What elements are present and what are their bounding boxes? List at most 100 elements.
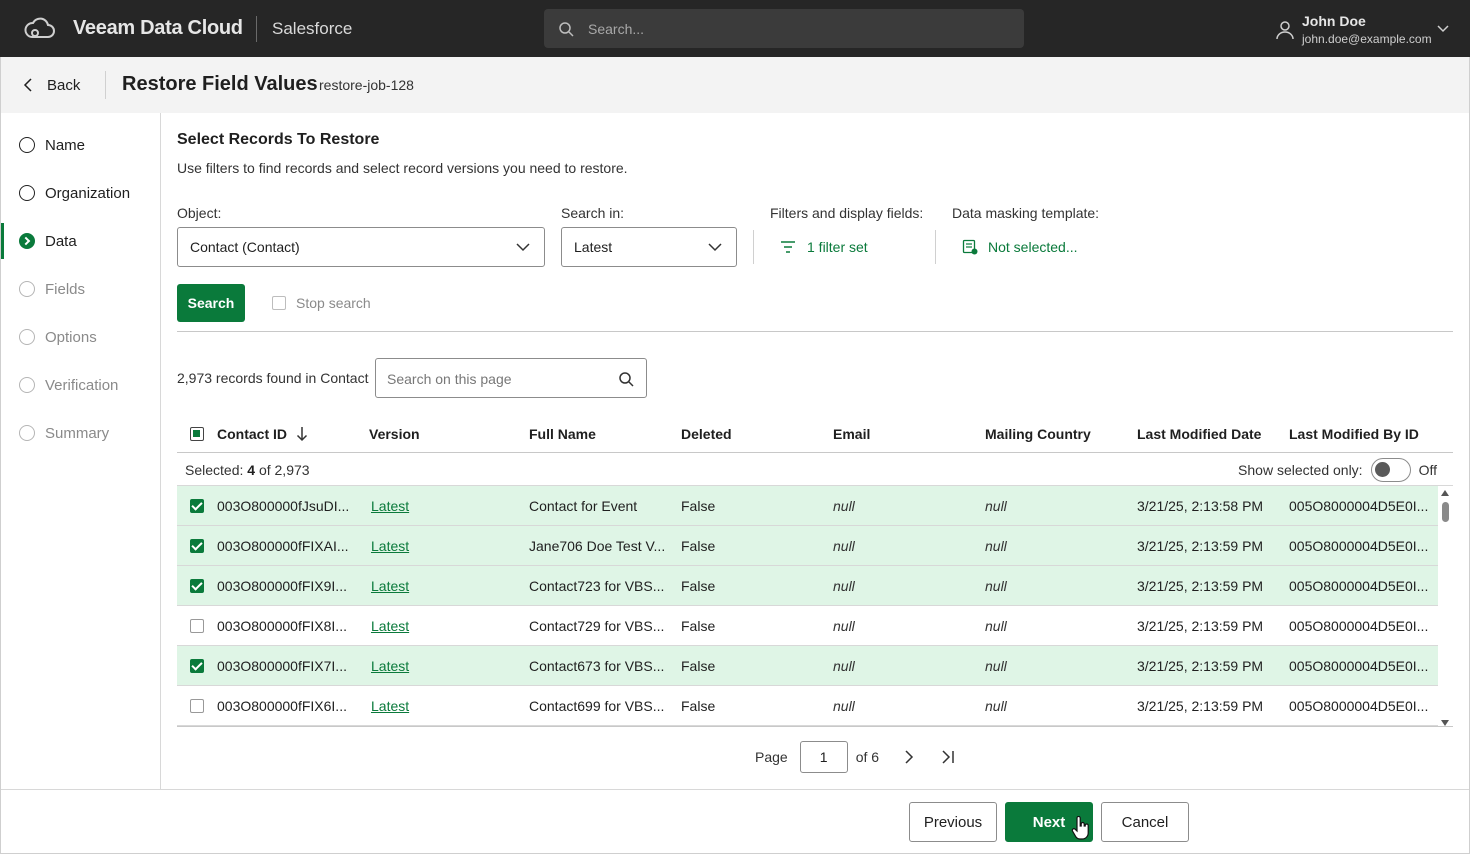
column-header-contact-id[interactable]: Contact ID <box>217 426 287 442</box>
cell-version-link[interactable]: Latest <box>371 618 409 634</box>
records-found-text: 2,973 records found in Contact <box>177 370 369 386</box>
last-page-icon[interactable] <box>941 749 955 765</box>
filter-icon <box>781 241 795 253</box>
row-checkbox[interactable] <box>190 619 204 633</box>
filters-button[interactable]: 1 filter set <box>780 238 868 256</box>
chevron-right-icon[interactable] <box>903 749 915 765</box>
cell-full-name: Contact for Event <box>529 498 638 514</box>
column-header-email[interactable]: Email <box>833 426 870 442</box>
search-in-label: Search in: <box>561 205 625 221</box>
step-label: Verification <box>45 376 119 394</box>
step-label: Options <box>45 328 97 346</box>
step-radio <box>19 137 35 153</box>
row-checkbox[interactable] <box>190 659 204 673</box>
cell-version-link[interactable]: Latest <box>371 538 409 554</box>
user-email: john.doe@example.com <box>1302 32 1432 46</box>
wizard-header: Back Restore Field Values restore-job-12… <box>1 57 1469 113</box>
select-all-checkbox[interactable] <box>190 427 204 441</box>
selected-count: 4 <box>247 462 256 478</box>
wizard-footer <box>1 789 1469 853</box>
page-search[interactable] <box>375 358 647 398</box>
column-header-deleted[interactable]: Deleted <box>681 426 732 442</box>
cell-deleted: False <box>681 618 716 634</box>
cell-full-name: Contact699 for VBS... <box>529 698 665 714</box>
row-checkbox[interactable] <box>190 699 204 713</box>
page-number-input[interactable] <box>799 741 848 773</box>
user-menu[interactable]: John Doe john.doe@example.com <box>1276 10 1456 48</box>
cell-full-name: Contact723 for VBS... <box>529 578 665 594</box>
user-icon <box>1276 21 1294 40</box>
hand-cursor-icon <box>1071 816 1089 840</box>
step-radio <box>19 425 35 441</box>
column-header-full-name[interactable]: Full Name <box>529 426 596 442</box>
cell-version-link[interactable]: Latest <box>371 698 409 714</box>
step-name[interactable]: Name <box>1 127 160 163</box>
cell-mailing-country: null <box>985 538 1007 554</box>
search-icon[interactable] <box>618 371 634 387</box>
cell-deleted: False <box>681 538 716 554</box>
cell-version-link[interactable]: Latest <box>371 658 409 674</box>
row-checkbox[interactable] <box>190 499 204 513</box>
back-label: Back <box>47 76 81 94</box>
previous-button[interactable]: Previous <box>909 802 997 842</box>
cell-version-link[interactable]: Latest <box>371 498 409 514</box>
page-search-input[interactable] <box>387 369 607 389</box>
step-radio <box>19 281 35 297</box>
column-header-mailing-country[interactable]: Mailing Country <box>985 426 1091 442</box>
section-description: Use filters to find records and select r… <box>177 160 628 176</box>
table-row[interactable]: 003O800000fJsuDI... Latest Contact for E… <box>177 486 1438 526</box>
table-row[interactable]: 003O800000fFIXAI... Latest Jane706 Doe T… <box>177 526 1438 566</box>
cell-contact-id: 003O800000fFIX7I... <box>217 658 347 674</box>
cell-last-modified-date: 3/21/25, 2:13:58 PM <box>1137 498 1264 514</box>
step-label: Name <box>45 136 86 154</box>
stop-search-label: Stop search <box>296 295 371 311</box>
cell-contact-id: 003O800000fFIX9I... <box>217 578 347 594</box>
masking-template-button[interactable]: Not selected... <box>962 238 1078 256</box>
step-organization[interactable]: Organization <box>1 175 160 211</box>
back-button[interactable]: Back <box>23 76 80 94</box>
column-header-version[interactable]: Version <box>369 426 420 442</box>
table-bottom-border <box>177 726 1453 727</box>
scroll-up-arrow-icon[interactable] <box>1441 490 1449 496</box>
filters-label: Filters and display fields: <box>770 205 924 221</box>
cancel-button[interactable]: Cancel <box>1101 802 1189 842</box>
search-button[interactable]: Search <box>177 284 245 322</box>
search-in-select[interactable]: Latest <box>561 227 737 267</box>
row-checkbox[interactable] <box>190 579 204 593</box>
row-checkbox[interactable] <box>190 539 204 553</box>
product-name: Salesforce <box>272 19 353 38</box>
table-body: 003O800000fJsuDI... Latest Contact for E… <box>177 486 1438 726</box>
global-search[interactable] <box>544 9 1024 48</box>
column-header-last-modified-date[interactable]: Last Modified Date <box>1137 426 1261 442</box>
scrollbar-thumb[interactable] <box>1442 502 1449 522</box>
object-select[interactable]: Contact (Contact) <box>177 227 545 267</box>
chevron-down-icon[interactable] <box>1436 24 1450 34</box>
table-row[interactable]: 003O800000fFIX8I... Latest Contact729 fo… <box>177 606 1438 646</box>
masking-template-icon <box>962 239 978 255</box>
job-name: restore-job-128 <box>319 77 414 93</box>
brand-divider <box>256 16 257 42</box>
show-selected-toggle[interactable] <box>1370 458 1411 482</box>
cell-full-name: Contact673 for VBS... <box>529 658 665 674</box>
selected-total: of 2,973 <box>258 462 310 478</box>
cell-contact-id: 003O800000fJsuDI... <box>217 498 350 514</box>
table-row[interactable]: 003O800000fFIX7I... Latest Contact673 fo… <box>177 646 1438 686</box>
table-scrollbar[interactable] <box>1438 486 1453 726</box>
step-label: Data <box>45 232 77 250</box>
table-row[interactable]: 003O800000fFIX9I... Latest Contact723 fo… <box>177 566 1438 606</box>
column-header-last-modified-by[interactable]: Last Modified By ID <box>1289 426 1419 442</box>
step-options: Options <box>1 319 160 355</box>
cell-version-link[interactable]: Latest <box>371 578 409 594</box>
object-label: Object: <box>177 205 222 221</box>
stop-search-checkbox[interactable]: Stop search <box>272 295 371 311</box>
cell-last-modified-date: 3/21/25, 2:13:59 PM <box>1137 698 1264 714</box>
masking-label: Data masking template: <box>952 205 1100 221</box>
filters-value: 1 filter set <box>807 239 868 255</box>
cell-email: null <box>833 538 855 554</box>
brand-name[interactable]: Veeam Data Cloud <box>73 17 243 40</box>
checkbox[interactable] <box>272 296 286 310</box>
sort-descending-icon[interactable] <box>296 426 308 442</box>
global-search-input[interactable] <box>588 18 1008 40</box>
table-row[interactable]: 003O800000fFIX6I... Latest Contact699 fo… <box>177 686 1438 726</box>
step-data[interactable]: Data <box>1 223 160 259</box>
